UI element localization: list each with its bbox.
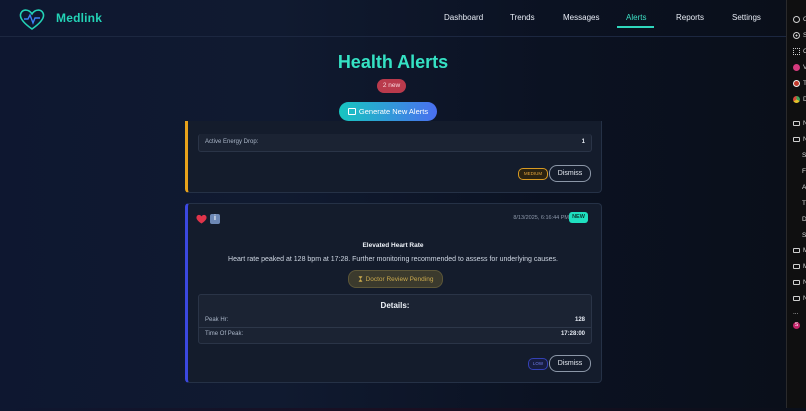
side-item[interactable]: M [793,247,806,254]
side-item[interactable]: ... [793,309,798,316]
metric-key: Active Energy Drop: [205,139,259,145]
side-item[interactable]: D [802,216,806,223]
alert-title: Elevated Heart Rate [362,242,424,249]
side-item[interactable]: N [793,279,806,286]
app-icon [793,80,800,87]
nav-messages[interactable]: Messages [563,13,599,22]
side-item[interactable]: N [793,120,806,127]
top-navbar: Medlink Dashboard Trends Messages Alerts… [0,0,786,37]
nav-settings[interactable]: Settings [732,13,761,22]
side-item-label: F [802,168,806,175]
dismiss-button[interactable]: Dismiss [549,355,591,372]
nav-trends[interactable]: Trends [510,13,535,22]
nav-dashboard[interactable]: Dashboard [444,13,483,22]
alert-card: Active Energy Drop: 1 MEDIUM Dismiss [185,121,602,193]
page-title: Health Alerts [337,52,449,72]
side-item[interactable]: N [793,295,806,302]
alert-timestamp: 8/13/2025, 6:16:44 PM [513,215,569,221]
nav-reports[interactable]: Reports [676,13,704,22]
avatar: S [793,322,800,329]
side-item[interactable]: M [793,263,806,270]
side-item[interactable]: T [793,80,806,87]
side-item[interactable]: N [793,136,806,143]
side-item[interactable]: S [802,152,806,159]
grid-icon [793,48,800,55]
side-item[interactable]: F [802,168,806,175]
folder-icon [793,264,800,269]
metric-row: Active Energy Drop: 1 [199,134,591,151]
metric-row: Peak Hr: 128 [199,314,591,328]
folder-icon [793,296,800,301]
side-item[interactable]: C [793,48,806,55]
metric-value: 1 [581,139,585,145]
side-item[interactable]: S [802,232,806,239]
nav-alerts[interactable]: Alerts [626,13,646,22]
side-item-label: S [802,232,806,239]
metric-value: 17:28:00 [560,331,585,337]
metric-value: 128 [574,317,585,323]
metric-key: Peak Hr: [205,317,229,323]
alert-card: i 8/13/2025, 6:16:44 PM NEW Elevated Hea… [185,203,602,383]
folder-icon [793,248,800,253]
details-title: Details: [380,301,410,310]
heart-icon [196,214,207,224]
folder-icon [793,280,800,285]
app-icon [793,96,800,103]
side-panel: C S C V T D N N S F A T D S M M N N ... … [786,0,806,411]
severity-badge: MEDIUM [518,168,548,180]
app-window: Medlink Dashboard Trends Messages Alerts… [0,0,786,411]
side-item[interactable]: C [793,16,806,23]
active-nav-underline [617,26,654,28]
heart-pulse-logo-icon [19,9,45,30]
side-item[interactable]: V [793,64,806,71]
brand-name[interactable]: Medlink [56,11,102,25]
side-item-label: ... [793,309,799,316]
generate-alerts-button[interactable]: Generate New Alerts [339,102,437,121]
alert-description: Heart rate peaked at 128 bpm at 17:28. F… [228,256,558,263]
side-item-label: A [802,184,806,191]
refresh-icon [347,108,356,115]
alert-metrics: Active Energy Drop: 1 [198,134,592,152]
target-icon [793,32,800,39]
side-item-label: T [802,200,806,207]
review-status-label: Doctor Review Pending [365,275,434,283]
app-icon [793,64,800,71]
info-icon: i [210,214,220,224]
alert-details: Details: Peak Hr: 128 Time Of Peak: 17:2… [198,294,592,344]
folder-icon [793,121,800,126]
review-status-badge: Doctor Review Pending [348,270,443,288]
hourglass-icon [358,276,363,282]
generate-alerts-label: Generate New Alerts [358,107,429,116]
side-item[interactable]: D [793,96,806,103]
clock-icon [793,16,800,23]
new-count-badge: 2 new [377,79,406,93]
metric-key: Time Of Peak: [205,331,244,337]
new-alert-badge: NEW [569,212,588,223]
side-item-label: S [802,152,806,159]
side-item[interactable]: S [793,32,806,39]
severity-badge: LOW [528,358,548,370]
side-item[interactable]: A [802,184,806,191]
folder-open-icon [793,137,800,142]
side-item[interactable]: T [802,200,806,207]
side-item[interactable]: S [793,322,800,329]
metric-row: Time Of Peak: 17:28:00 [199,328,591,342]
dismiss-button[interactable]: Dismiss [549,165,591,182]
side-item-label: D [802,216,806,223]
